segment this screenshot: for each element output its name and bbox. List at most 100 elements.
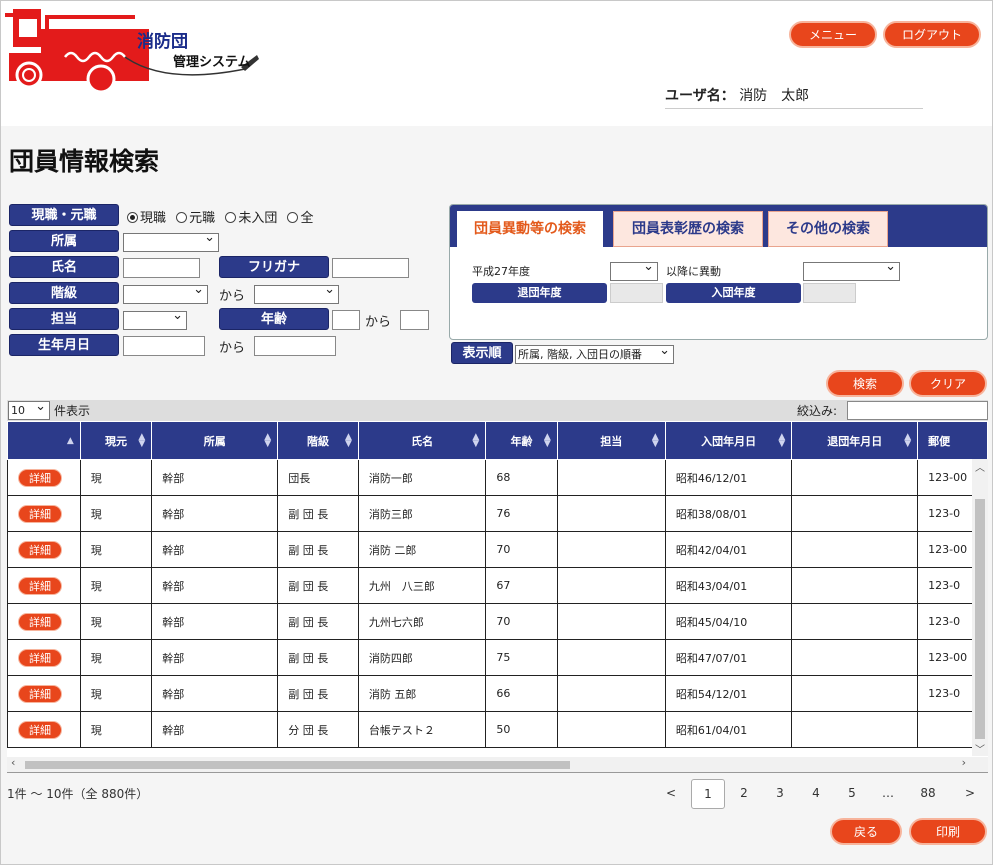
filter-input[interactable]: [847, 401, 988, 420]
column-header-age[interactable]: 年齢 ▲ ▼: [485, 421, 558, 460]
birth-label: 生年月日: [9, 334, 119, 356]
print-button[interactable]: 印刷: [909, 818, 987, 845]
user-info: ユーザ名： 消防 太郎: [665, 85, 923, 109]
detail-button[interactable]: 詳細: [18, 504, 62, 523]
pagination-next[interactable]: >: [953, 779, 987, 809]
pagination-page-4[interactable]: 4: [799, 779, 833, 809]
filter-label: 絞込み:: [797, 404, 838, 418]
column-header-rank[interactable]: 階級 ▲ ▼: [277, 421, 359, 460]
column-header-join-date[interactable]: 入団年月日 ▲ ▼: [664, 421, 793, 460]
detail-button[interactable]: 詳細: [18, 576, 62, 595]
vertical-scrollbar[interactable]: ︿ ﹀: [972, 459, 988, 756]
scroll-up-icon[interactable]: ︿: [975, 459, 985, 474]
table-row: 詳細現幹部副 団 長九州七六郎 70 昭和45/04/10 123-0: [7, 603, 988, 640]
radio-icon: [225, 212, 237, 223]
tab-other-search[interactable]: その他の検索: [768, 211, 888, 247]
table-cell: 幹部: [151, 459, 279, 496]
table-cell: 現: [79, 675, 153, 712]
table-body: 詳細現幹部 団長 消防一郎 68 昭和46/12/01 123-00 詳細現幹部副 団 長消…: [7, 459, 988, 748]
rank-to-select[interactable]: [254, 282, 339, 304]
sort-icon: ▲ ▼: [344, 432, 352, 449]
column-header-detail[interactable]: ▲: [7, 421, 81, 460]
menu-button[interactable]: メニュー: [789, 21, 877, 48]
table-header-row: ▲ 現元 ▲ ▼ 所属 ▲ ▼ 階級 ▲ ▼ 氏名 ▲ ▼ 年齢 ▲ ▼ 担当 ▲ ▼ 入団年月日 ▲ ▼ …: [7, 421, 988, 460]
pagination-page-2[interactable]: 2: [727, 779, 761, 809]
age-to-input[interactable]: [400, 310, 429, 330]
birth-to-input[interactable]: [254, 336, 336, 356]
rank-label: 階級: [9, 282, 119, 304]
order-select[interactable]: 所属, 階級, 入団日の順番: [515, 342, 674, 364]
age-from-input[interactable]: [332, 310, 360, 330]
column-header-name[interactable]: 氏名 ▲ ▼: [357, 421, 487, 460]
table-cell: [791, 711, 919, 748]
scroll-right-icon[interactable]: ›: [962, 756, 966, 769]
table-cell: 昭和46/12/01: [664, 459, 793, 496]
clear-button[interactable]: クリア: [909, 370, 987, 397]
logo-subtitle: 管理システム: [173, 55, 251, 70]
status-radio-current[interactable]: 現職: [127, 211, 166, 226]
rank-from-select[interactable]: [123, 282, 208, 304]
table-cell: [556, 495, 666, 532]
table-cell: 昭和54/12/01: [664, 675, 793, 712]
status-radio-former[interactable]: 元職: [176, 211, 215, 226]
table-cell: 幹部: [151, 603, 279, 640]
detail-button[interactable]: 詳細: [18, 540, 62, 559]
search-button[interactable]: 検索: [826, 370, 904, 397]
table-cell: [556, 567, 666, 604]
pagination-page-3[interactable]: 3: [763, 779, 797, 809]
table-cell: 九州七六郎: [357, 603, 487, 640]
detail-button[interactable]: 詳細: [18, 612, 62, 631]
pagination-ellipsis: …: [882, 786, 894, 800]
column-header-retire-date[interactable]: 退団年月日 ▲ ▼: [791, 421, 919, 460]
horizontal-scrollbar[interactable]: ‹ ›: [7, 756, 988, 772]
year-text: 平成27年度: [472, 265, 530, 278]
table-cell: 台帳テスト２: [357, 711, 487, 748]
status-radio-not-joined[interactable]: 未入団: [225, 211, 277, 226]
sort-icon: ▲ ▼: [651, 432, 659, 449]
table-cell: 昭和45/04/10: [664, 603, 793, 640]
logout-button[interactable]: ログアウト: [883, 21, 981, 48]
table-cell: 団長: [277, 459, 359, 496]
table-cell: 75: [485, 639, 558, 676]
birth-from-input[interactable]: [123, 336, 205, 356]
back-button[interactable]: 戻る: [830, 818, 902, 845]
detail-cell: 詳細: [7, 675, 81, 712]
join-year-label: 入団年度: [666, 283, 801, 303]
scroll-down-icon[interactable]: ﹀: [975, 741, 985, 756]
column-header-affiliation[interactable]: 所属 ▲ ▼: [151, 421, 279, 460]
name-input[interactable]: [123, 258, 200, 278]
status-radio-all[interactable]: 全: [287, 211, 313, 226]
tab-award-search[interactable]: 団員表彰歴の検索: [613, 211, 763, 247]
detail-button[interactable]: 詳細: [18, 648, 62, 667]
table-cell: 副 団 長: [277, 495, 359, 532]
table-cell: 幹部: [151, 495, 279, 532]
pagination-page-5[interactable]: 5: [835, 779, 869, 809]
detail-button[interactable]: 詳細: [18, 684, 62, 703]
radio-icon: [127, 212, 138, 223]
year-select[interactable]: [610, 259, 658, 281]
vertical-scroll-thumb[interactable]: [975, 499, 985, 739]
transfer-type-select[interactable]: [803, 259, 900, 281]
detail-button[interactable]: 詳細: [18, 468, 62, 487]
detail-button[interactable]: 詳細: [18, 720, 62, 739]
radio-icon: [287, 212, 299, 223]
pagination-page-last[interactable]: 88: [911, 779, 945, 809]
column-header-status[interactable]: 現元 ▲ ▼: [79, 421, 153, 460]
tab-transfer-search[interactable]: 団員異動等の検索: [457, 211, 603, 247]
pagination-page-1[interactable]: 1: [691, 779, 725, 809]
kana-input[interactable]: [332, 258, 409, 278]
header: 消防団 管理システム メニュー ログアウト ユーザ名： 消防 太郎: [1, 1, 992, 126]
table-cell: 消防三郎: [357, 495, 487, 532]
page-size-select[interactable]: 10: [8, 398, 50, 420]
column-header-postal[interactable]: 郵便: [917, 421, 988, 460]
affiliation-select[interactable]: [123, 230, 219, 252]
pagination-prev[interactable]: <: [654, 779, 688, 809]
kana-label: フリガナ: [219, 256, 329, 278]
table-cell: 九州 八三郎: [357, 567, 487, 604]
horizontal-scroll-thumb[interactable]: [25, 761, 570, 769]
table-cell: 幹部: [151, 711, 279, 748]
charge-select[interactable]: [123, 308, 187, 330]
column-header-charge[interactable]: 担当 ▲ ▼: [556, 421, 666, 460]
table-cell: 現: [79, 639, 153, 676]
scroll-left-icon[interactable]: ‹: [11, 756, 15, 769]
